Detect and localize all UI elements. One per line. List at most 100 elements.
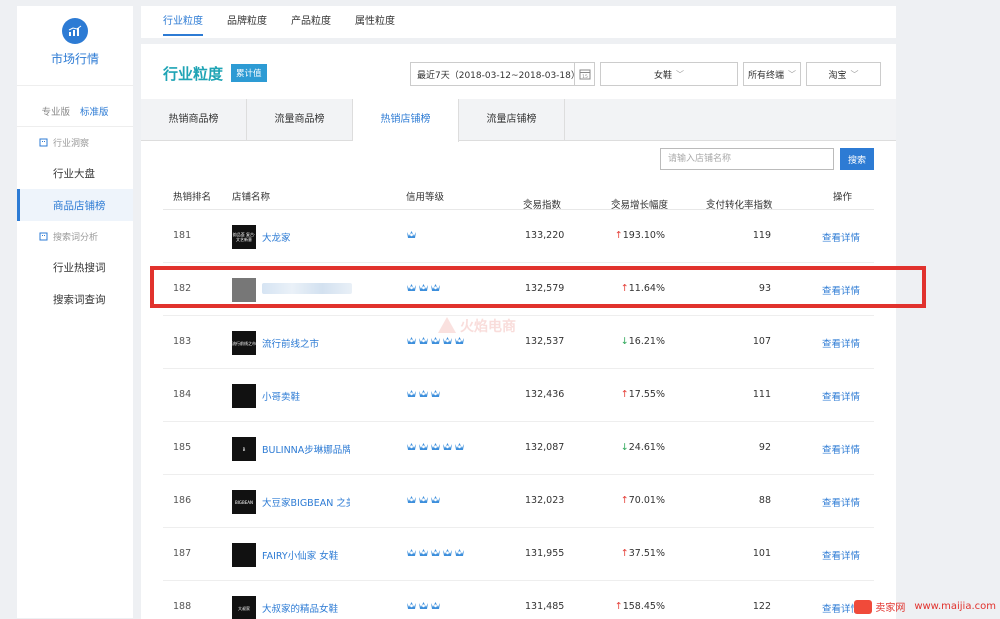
nav-search-term-query[interactable]: 搜索词查询 [17,283,133,315]
shop-name-link[interactable]: 小哥卖鞋 [262,389,350,403]
calendar-icon[interactable]: 15 [574,63,594,85]
building-icon [39,232,48,240]
tab-hot-products[interactable]: 热销商品榜 [141,99,247,141]
rank-value: 185 [173,442,192,453]
credit-level [406,494,441,505]
sidebar: 市场行情 专业版 标准版 行业洞察 行业大盘 商品店铺榜 搜索词分析 行业热搜词… [17,6,133,618]
conversion-index: 93 [758,283,771,294]
crown-icon [442,335,453,346]
crown-icon [454,547,465,558]
view-details-link[interactable]: 查看详情 [822,336,860,350]
corner-watermark: 卖家网 www.maijia.com [854,599,996,614]
credit-level [406,441,465,452]
arrow-up-icon: ↑ [614,230,623,241]
crown-icon [418,600,429,611]
table-row: 185 B BULINNA步琳娜品牌店 132,087 ↓24.61% 92 查看详情 [163,422,874,475]
category-select[interactable]: 女鞋 ﹀ [600,62,738,86]
view-details-link[interactable]: 查看详情 [822,283,860,297]
shop-logo: 韵品荟 复古·文艺新意 [232,225,256,249]
header-credit: 信用等级 [406,192,445,203]
table-row: 183 流行前线之市 流行前线之市 132,537 ↓16.21% 107 查看详情 [163,316,874,369]
shop-logo: 流行前线之市 [232,331,256,355]
date-range-text: 最近7天（2018-03-12~2018-03-18） [417,70,580,81]
credit-level [406,335,465,346]
table-row: 188 大叔家 大叔家的精品女鞋 131,485 ↑158.45% 122 查看详情 [163,581,874,619]
tab-traffic-products[interactable]: 流量商品榜 [247,99,353,141]
trade-growth: ↓16.21% [620,336,665,347]
tab-brand[interactable]: 品牌粒度 [227,6,267,38]
nav-product-shop-rank[interactable]: 商品店铺榜 [17,189,133,221]
cumulative-badge: 累计值 [231,64,267,82]
table-row: 186 BIGBEAN 大豆家BIGBEAN 之美鞋 132,023 ↑70.01% 88… [163,475,874,528]
date-range-picker[interactable]: 最近7天（2018-03-12~2018-03-18） 15 [410,62,595,86]
shop-name-link[interactable]: 大豆家BIGBEAN 之美鞋 [262,495,350,509]
market-chart-icon [62,18,88,44]
header-rank: 热销排名 [173,192,212,203]
crown-icon [406,335,417,346]
tab-hot-shops[interactable]: 热销店铺榜 [353,99,459,142]
conversion-index: 122 [752,601,771,612]
shop-logo: 大叔家 [232,596,256,619]
tab-traffic-shops[interactable]: 流量店铺榜 [459,99,565,141]
credit-level [406,388,441,399]
terminal-select[interactable]: 所有终端 ﹀ [743,62,801,86]
conversion-index: 101 [752,548,771,559]
shop-name-link[interactable]: 大龙家 [262,230,350,244]
shop-logo [232,384,256,408]
trade-growth: ↑158.45% [614,601,665,612]
trade-index: 132,087 [525,442,565,453]
rank-value: 188 [173,601,192,612]
shop-search-input[interactable] [660,148,834,170]
trade-index: 132,579 [525,283,565,294]
tab-industry[interactable]: 行业粒度 [163,6,203,38]
shop-rank-table: 热销排名 店铺名称 信用等级 交易指数 ◆ 交易增长幅度 ◆ 支付转化率指数 ◆ 操作… [163,181,874,619]
shop-logo [232,543,256,567]
table-row: 182 132,579 ↑11.64% 93 查看详情 [163,263,874,316]
tab-attribute[interactable]: 属性粒度 [355,6,395,38]
crown-icon [418,441,429,452]
version-standard-button[interactable]: 标准版 [80,104,109,118]
trade-growth: ↑37.51% [620,548,665,559]
arrow-down-icon: ↓ [620,442,629,453]
crown-icon [430,335,441,346]
arrow-up-icon: ↑ [620,495,629,506]
trade-index: 133,220 [525,230,565,241]
view-details-link[interactable]: 查看详情 [822,230,860,244]
platform-select[interactable]: 淘宝 ﹀ [806,62,881,86]
crown-icon [406,229,417,240]
svg-text:15: 15 [582,74,588,80]
chevron-down-icon: ﹀ [788,69,796,79]
shop-search: 搜索 [660,148,874,170]
shop-logo [232,278,256,302]
nav-hot-search-terms[interactable]: 行业热搜词 [17,251,133,283]
view-details-link[interactable]: 查看详情 [822,548,860,562]
conversion-index: 88 [758,495,771,506]
crown-icon [430,547,441,558]
crown-icon [406,441,417,452]
arrow-up-icon: ↑ [614,601,623,612]
rank-value: 181 [173,230,192,241]
crown-icon [430,494,441,505]
platform-value: 淘宝 [828,70,847,81]
crown-icon [454,441,465,452]
version-pro-button[interactable]: 专业版 [41,104,70,118]
shop-name-link[interactable]: BULINNA步琳娜品牌店 [262,442,350,456]
view-details-link[interactable]: 查看详情 [822,495,860,509]
tab-product[interactable]: 产品粒度 [291,6,331,38]
credit-level [406,282,441,293]
nav-industry-overview[interactable]: 行业大盘 [17,157,133,189]
view-details-link[interactable]: 查看详情 [822,389,860,403]
rank-value: 182 [173,283,192,294]
trade-growth: ↑17.55% [620,389,665,400]
view-details-link[interactable]: 查看详情 [822,442,860,456]
trade-growth: ↑70.01% [620,495,665,506]
header-name: 店铺名称 [232,192,271,203]
search-button[interactable]: 搜索 [840,148,874,170]
shop-name-link[interactable]: FAIRY小仙家 女鞋 [262,548,350,562]
shop-name-link[interactable]: 流行前线之市 [262,336,350,350]
crown-icon [454,335,465,346]
credit-level [406,229,417,240]
shop-logo: BIGBEAN [232,490,256,514]
shop-name-link[interactable]: 大叔家的精品女鞋 [262,601,350,615]
crown-icon [418,547,429,558]
